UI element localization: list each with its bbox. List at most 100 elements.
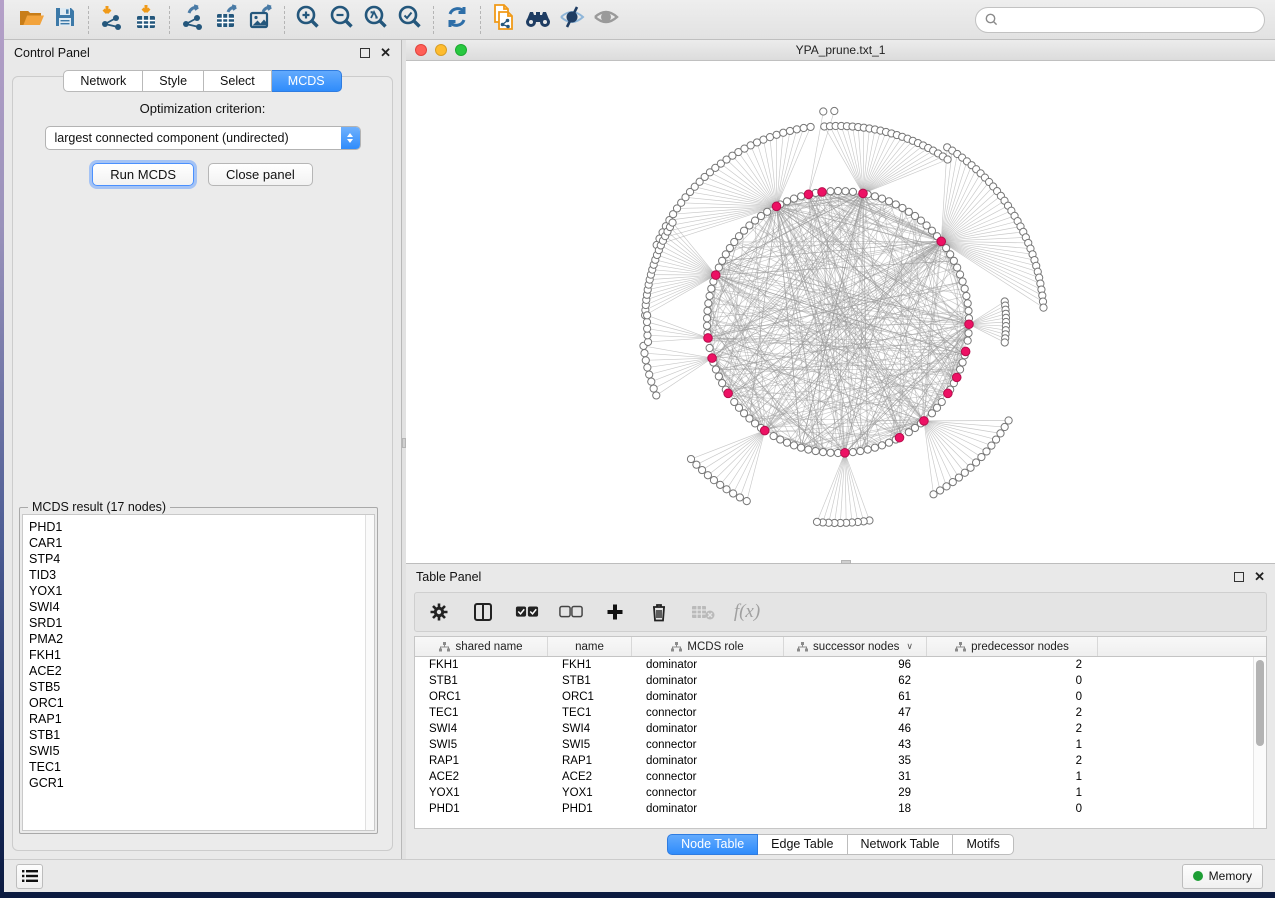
mcds-result-list[interactable]: PHD1CAR1STP4TID3YOX1SWI4SRD1PMA2FKH1ACE2…	[22, 514, 375, 831]
graph-node[interactable]	[885, 439, 892, 446]
column-header-name[interactable]: name	[548, 637, 632, 656]
graph-node[interactable]	[864, 446, 871, 453]
graph-node[interactable]	[643, 318, 650, 325]
graph-node[interactable]	[723, 486, 730, 493]
mcds-result-item[interactable]: RAP1	[29, 711, 374, 727]
graph-node[interactable]	[669, 219, 676, 226]
graph-node[interactable]	[819, 449, 826, 456]
graph-node[interactable]	[715, 264, 722, 271]
graph-node[interactable]	[871, 444, 878, 451]
graph-node[interactable]	[644, 325, 651, 332]
deselect-all-button[interactable]	[559, 600, 583, 624]
graph-node[interactable]	[783, 439, 790, 446]
graph-node[interactable]	[997, 430, 1004, 437]
export-image-button[interactable]	[244, 4, 278, 36]
graph-node[interactable]	[797, 193, 804, 200]
zoom-out-button[interactable]	[325, 4, 359, 36]
graph-node[interactable]	[965, 307, 972, 314]
graph-node[interactable]	[793, 126, 800, 133]
graph-node[interactable]	[885, 198, 892, 205]
zoom-selected-button[interactable]	[393, 4, 427, 36]
mcds-result-item[interactable]: FKH1	[29, 647, 374, 663]
graph-node[interactable]	[1001, 339, 1008, 346]
graph-hub-node[interactable]	[944, 389, 953, 398]
graph-node[interactable]	[644, 312, 651, 319]
graph-node[interactable]	[706, 344, 713, 351]
show-columns-button[interactable]	[471, 600, 495, 624]
table-scrollbar-thumb[interactable]	[1256, 660, 1264, 746]
graph-node[interactable]	[719, 257, 726, 264]
table-row[interactable]: STB1STB1dominator620	[415, 673, 1266, 689]
tab-network-table[interactable]: Network Table	[848, 834, 954, 855]
graph-hub-node[interactable]	[711, 271, 720, 280]
mcds-result-item[interactable]: SWI5	[29, 743, 374, 759]
graph-hub-node[interactable]	[961, 347, 970, 356]
tab-network[interactable]: Network	[63, 70, 143, 92]
graph-node[interactable]	[641, 350, 648, 357]
graph-node[interactable]	[717, 481, 724, 488]
show-all-button[interactable]	[589, 4, 623, 36]
clone-network-button[interactable]	[487, 4, 521, 36]
zoom-fit-button[interactable]	[359, 4, 393, 36]
mcds-result-item[interactable]: STP4	[29, 551, 374, 567]
graph-node[interactable]	[708, 285, 715, 292]
graph-node[interactable]	[905, 429, 912, 436]
table-row[interactable]: YOX1YOX1connector291	[415, 785, 1266, 801]
export-network-button[interactable]	[176, 4, 210, 36]
graph-node[interactable]	[956, 271, 963, 278]
table-scrollbar[interactable]	[1253, 657, 1266, 828]
table-row[interactable]: PHD1PHD1dominator180	[415, 801, 1266, 817]
graph-node[interactable]	[936, 487, 943, 494]
graph-node[interactable]	[703, 322, 710, 329]
mcds-result-item[interactable]: SRD1	[29, 615, 374, 631]
graph-node[interactable]	[705, 300, 712, 307]
graph-node[interactable]	[857, 447, 864, 454]
graph-node[interactable]	[644, 364, 651, 371]
graph-node[interactable]	[992, 436, 999, 443]
graph-node[interactable]	[928, 410, 935, 417]
column-header-predecessor-nodes[interactable]: predecessor nodes	[927, 637, 1098, 656]
graph-node[interactable]	[770, 432, 777, 439]
table-row[interactable]: ACE2ACE2connector311	[415, 769, 1266, 785]
mcds-result-item[interactable]: STB1	[29, 727, 374, 743]
table-options-button[interactable]	[427, 600, 451, 624]
mcds-result-item[interactable]: SWI4	[29, 599, 374, 615]
network-graph[interactable]	[406, 61, 1275, 563]
add-column-button[interactable]	[603, 600, 627, 624]
graph-node[interactable]	[807, 123, 814, 130]
graph-node[interactable]	[648, 378, 655, 385]
first-neighbors-button[interactable]	[521, 4, 555, 36]
table-row[interactable]: FKH1FKH1dominator962	[415, 657, 1266, 673]
graph-node[interactable]	[944, 156, 951, 163]
graph-hub-node[interactable]	[952, 373, 961, 382]
graph-node[interactable]	[959, 359, 966, 366]
graph-node[interactable]	[743, 497, 750, 504]
graph-node[interactable]	[930, 491, 937, 498]
graph-node[interactable]	[644, 338, 651, 345]
float-table-panel-icon[interactable]	[1234, 572, 1244, 582]
mcds-result-item[interactable]: TID3	[29, 567, 374, 583]
mcds-result-item[interactable]: ACE2	[29, 663, 374, 679]
table-row[interactable]: TEC1TEC1connector472	[415, 705, 1266, 721]
graph-node[interactable]	[963, 292, 970, 299]
task-history-button[interactable]	[16, 864, 43, 889]
graph-node[interactable]	[642, 357, 649, 364]
graph-node[interactable]	[849, 188, 856, 195]
close-panel-button[interactable]: Close panel	[208, 163, 313, 186]
graph-hub-node[interactable]	[818, 188, 827, 197]
open-file-button[interactable]	[14, 4, 48, 36]
graph-node[interactable]	[646, 371, 653, 378]
graph-node[interactable]	[827, 188, 834, 195]
graph-hub-node[interactable]	[724, 389, 733, 398]
mcds-result-item[interactable]: CAR1	[29, 535, 374, 551]
graph-node[interactable]	[736, 494, 743, 501]
zoom-in-button[interactable]	[291, 4, 325, 36]
graph-node[interactable]	[805, 446, 812, 453]
graph-node[interactable]	[777, 436, 784, 443]
graph-node[interactable]	[790, 442, 797, 449]
graph-hub-node[interactable]	[920, 417, 929, 426]
graph-node[interactable]	[950, 257, 957, 264]
mcds-result-item[interactable]: STB5	[29, 679, 374, 695]
graph-hub-node[interactable]	[708, 354, 717, 363]
graph-node[interactable]	[698, 466, 705, 473]
